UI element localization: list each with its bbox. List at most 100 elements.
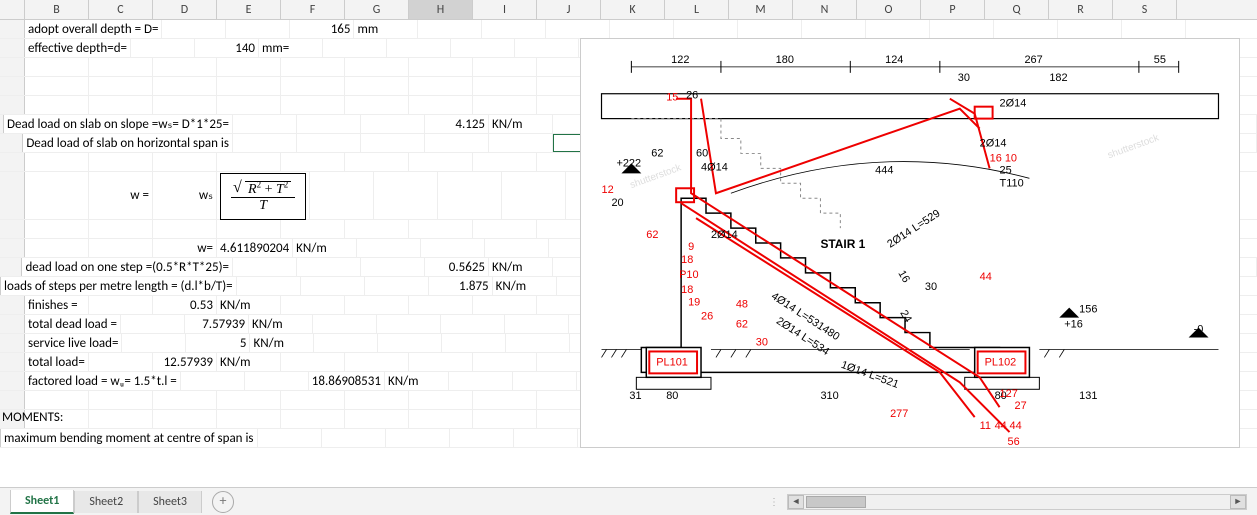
col-N[interactable]: N <box>793 0 857 19</box>
cell-E-knm7[interactable]: KN/m <box>250 334 314 352</box>
cell-F-05625[interactable]: 0.5625 <box>425 258 489 276</box>
col-I[interactable]: I <box>473 0 537 19</box>
cell-E-1886[interactable]: 18.86908531 <box>309 372 385 390</box>
cell-G-knm[interactable]: KN/m <box>489 115 553 133</box>
split-grip-icon[interactable]: ⋮ <box>769 495 779 508</box>
cell-A-moments[interactable]: MOMENTS: <box>0 410 25 428</box>
svg-text:2Ø14: 2Ø14 <box>711 229 738 241</box>
svg-text:26: 26 <box>686 90 698 102</box>
col-D[interactable]: D <box>153 0 217 19</box>
svg-text:-0: -0 <box>1194 324 1204 336</box>
cell-F-4125[interactable]: 4.125 <box>425 115 489 133</box>
svg-text:44: 44 <box>1010 420 1022 432</box>
svg-text:18: 18 <box>681 254 693 266</box>
cell-E-4611[interactable]: 4.611890204 <box>217 239 293 257</box>
col-B[interactable]: B <box>25 0 89 19</box>
cell-C-weq[interactable]: w = <box>89 172 153 219</box>
cell-F-1875[interactable]: 1.875 <box>429 277 493 295</box>
svg-text:62: 62 <box>736 319 748 331</box>
cell-E-mmeq[interactable]: mm= <box>259 39 323 57</box>
svg-text:310: 310 <box>820 390 838 402</box>
cell-G-knm4[interactable]: KN/m <box>493 277 557 295</box>
scroll-right-button[interactable]: ► <box>1230 495 1246 509</box>
scroll-left-button[interactable]: ◄ <box>788 495 804 509</box>
col-M[interactable]: M <box>729 0 793 19</box>
svg-text:62: 62 <box>651 147 663 159</box>
col-H[interactable]: H <box>409 0 473 19</box>
svg-text:+16: +16 <box>1064 319 1083 331</box>
tab-sheet3[interactable]: Sheet3 <box>138 491 202 513</box>
cell-B-deadload-horiz[interactable]: Dead load of slab on horizontal span is <box>23 134 233 152</box>
cell-D-140[interactable]: 140 <box>195 39 259 57</box>
svg-text:+222: +222 <box>616 157 641 169</box>
col-E[interactable]: E <box>217 0 281 19</box>
cell-D-1257[interactable]: 12.57939 <box>153 353 217 371</box>
col-R[interactable]: R <box>1049 0 1113 19</box>
svg-text:277: 277 <box>890 408 908 420</box>
scroll-thumb[interactable] <box>806 496 866 508</box>
cell-D-5[interactable]: 5 <box>186 334 250 352</box>
cell-D-weq2[interactable]: w= <box>153 239 217 257</box>
col-O[interactable]: O <box>857 0 921 19</box>
cell-B-deadload-slope[interactable]: Dead load on slab on slope =wₛ= D*1*25= <box>4 115 233 133</box>
cell-F-knm2[interactable]: KN/m <box>293 239 357 257</box>
svg-text:20: 20 <box>611 197 623 209</box>
cell-B-totalload[interactable]: total load= <box>25 353 89 371</box>
cell-B-totaldead[interactable]: total dead load = <box>25 315 121 333</box>
cell-E-knm8[interactable]: KN/m <box>217 353 281 371</box>
cell-E-knm5[interactable]: KN/m <box>217 296 281 314</box>
col-L[interactable]: L <box>665 0 729 19</box>
svg-text:444: 444 <box>875 164 893 176</box>
svg-text:62: 62 <box>646 229 658 241</box>
column-headers: B C D E F G H I J K L M N O P Q R S <box>0 0 1257 20</box>
col-C[interactable]: C <box>89 0 153 19</box>
cell-D-053[interactable]: 0.53 <box>153 296 217 314</box>
tab-sheet1[interactable]: Sheet1 <box>10 490 74 514</box>
cell-B-effdepth[interactable]: effective depth=d= <box>25 39 131 57</box>
tab-sheet2[interactable]: Sheet2 <box>74 491 138 513</box>
cell-E-165[interactable]: 165 <box>290 20 354 38</box>
svg-text:4Ø14: 4Ø14 <box>701 161 728 173</box>
cell-D-ws[interactable]: wₛ <box>153 172 217 219</box>
svg-text:16: 16 <box>895 268 911 285</box>
svg-text:180: 180 <box>776 54 794 66</box>
cell-D-75793[interactable]: 7.57939 <box>185 315 249 333</box>
cell-B-step[interactable]: dead load on one step =(0.5*R*T*25)= <box>22 258 233 276</box>
svg-text:PL101: PL101 <box>656 356 688 368</box>
cell-E-formula[interactable]: R2 + T2 T <box>217 172 310 219</box>
stair-diagram-image: shutterstock shutterstock 122 180 124 26… <box>580 38 1240 448</box>
col-Q[interactable]: Q <box>985 0 1049 19</box>
svg-text:182: 182 <box>1049 72 1067 84</box>
svg-text:267: 267 <box>1024 54 1042 66</box>
svg-text:124: 124 <box>885 54 903 66</box>
cell-B-stepsper[interactable]: loads of steps per metre length = (d.l*b… <box>1 277 237 295</box>
svg-text:2Ø14: 2Ø14 <box>1000 98 1027 110</box>
svg-text:30: 30 <box>925 281 937 293</box>
col-F[interactable]: F <box>281 0 345 19</box>
col-G[interactable]: G <box>345 0 409 19</box>
svg-text:156: 156 <box>1079 304 1097 316</box>
svg-text:48: 48 <box>736 299 748 311</box>
cell-B-factored[interactable]: factored load = wᵤ= 1.5*t.l = <box>25 372 181 390</box>
add-sheet-button[interactable]: + <box>212 491 234 513</box>
col-K[interactable]: K <box>601 0 665 19</box>
svg-text:9: 9 <box>688 241 694 253</box>
cell-E-knm6[interactable]: KN/m <box>249 315 313 333</box>
cell-G-knm3[interactable]: KN/m <box>489 258 553 276</box>
horizontal-scrollbar[interactable]: ◄ ► <box>787 494 1247 510</box>
cell-B-maxbending[interactable]: maximum bending moment at centre of span… <box>1 429 258 447</box>
svg-text:T110: T110 <box>1000 177 1024 189</box>
col-P[interactable]: P <box>921 0 985 19</box>
cell-B-liveload[interactable]: service live load= <box>25 334 122 352</box>
col-J[interactable]: J <box>537 0 601 19</box>
cell-F-mm[interactable]: mm <box>354 20 418 38</box>
col-S[interactable]: S <box>1113 0 1177 19</box>
cell-B-adopt[interactable]: adopt overall depth = D= <box>25 20 162 38</box>
cell-F-knm9[interactable]: KN/m <box>385 372 449 390</box>
svg-text:56: 56 <box>1008 436 1020 447</box>
svg-text:127: 127 <box>1000 388 1018 400</box>
cell-B-finishes[interactable]: finishes = <box>25 296 89 314</box>
svg-text:2Ø14 L=529: 2Ø14 L=529 <box>885 207 942 250</box>
svg-text:44: 44 <box>980 271 992 283</box>
svg-text:30: 30 <box>958 72 970 84</box>
